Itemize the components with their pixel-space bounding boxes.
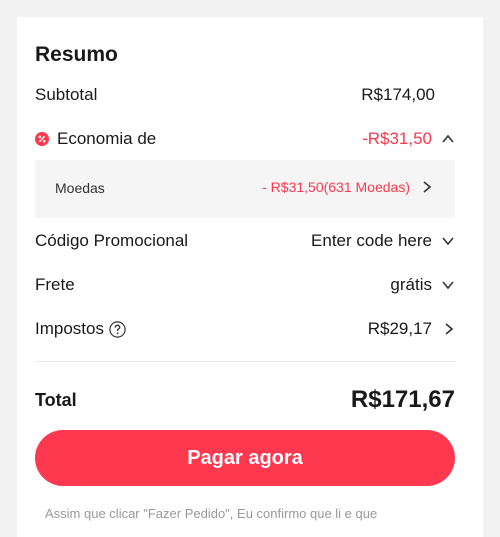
savings-row[interactable]: Economia de -R$31,50: [35, 125, 455, 153]
coins-value: - R$31,50(631 Moedas): [262, 179, 410, 195]
shipping-value: grátis: [390, 275, 432, 294]
question-circle-icon[interactable]: [109, 320, 126, 338]
savings-label: Economia de: [57, 129, 157, 148]
taxes-label: Impostos: [35, 319, 104, 338]
taxes-row[interactable]: Impostos R$29,17: [35, 315, 455, 343]
pay-now-button[interactable]: Pagar agora: [35, 430, 455, 486]
coins-label: Moedas: [55, 180, 105, 196]
savings-value: -R$31,50: [362, 129, 432, 148]
total-value: R$171,67: [350, 386, 455, 413]
shipping-row[interactable]: Frete grátis: [35, 271, 455, 299]
chevron-up-icon[interactable]: [441, 132, 455, 146]
coins-detail-box[interactable]: Moedas - R$31,50(631 Moedas): [35, 160, 455, 218]
subtotal-value: R$174,00: [361, 85, 435, 104]
promo-code-label: Código Promocional: [35, 231, 189, 250]
chevron-right-icon[interactable]: [441, 322, 455, 336]
chevron-down-icon[interactable]: [441, 278, 455, 292]
order-summary-card: Resumo Subtotal R$174,00 Economia de -R$…: [17, 17, 483, 537]
summary-title: Resumo: [35, 43, 118, 66]
subtotal-label: Subtotal: [35, 85, 98, 104]
chevron-down-icon[interactable]: [441, 234, 455, 248]
chevron-right-icon[interactable]: [419, 180, 433, 194]
total-label: Total: [35, 389, 77, 410]
discount-badge-icon: [35, 132, 49, 146]
promo-code-placeholder[interactable]: Enter code here: [311, 231, 432, 251]
total-row: Total R$171,67: [35, 383, 455, 417]
subtotal-row: Subtotal R$174,00: [35, 81, 455, 109]
divider: [35, 361, 455, 362]
promo-code-row[interactable]: Código Promocional Enter code here: [35, 227, 455, 255]
shipping-label: Frete: [35, 275, 75, 294]
taxes-value: R$29,17: [367, 319, 432, 338]
